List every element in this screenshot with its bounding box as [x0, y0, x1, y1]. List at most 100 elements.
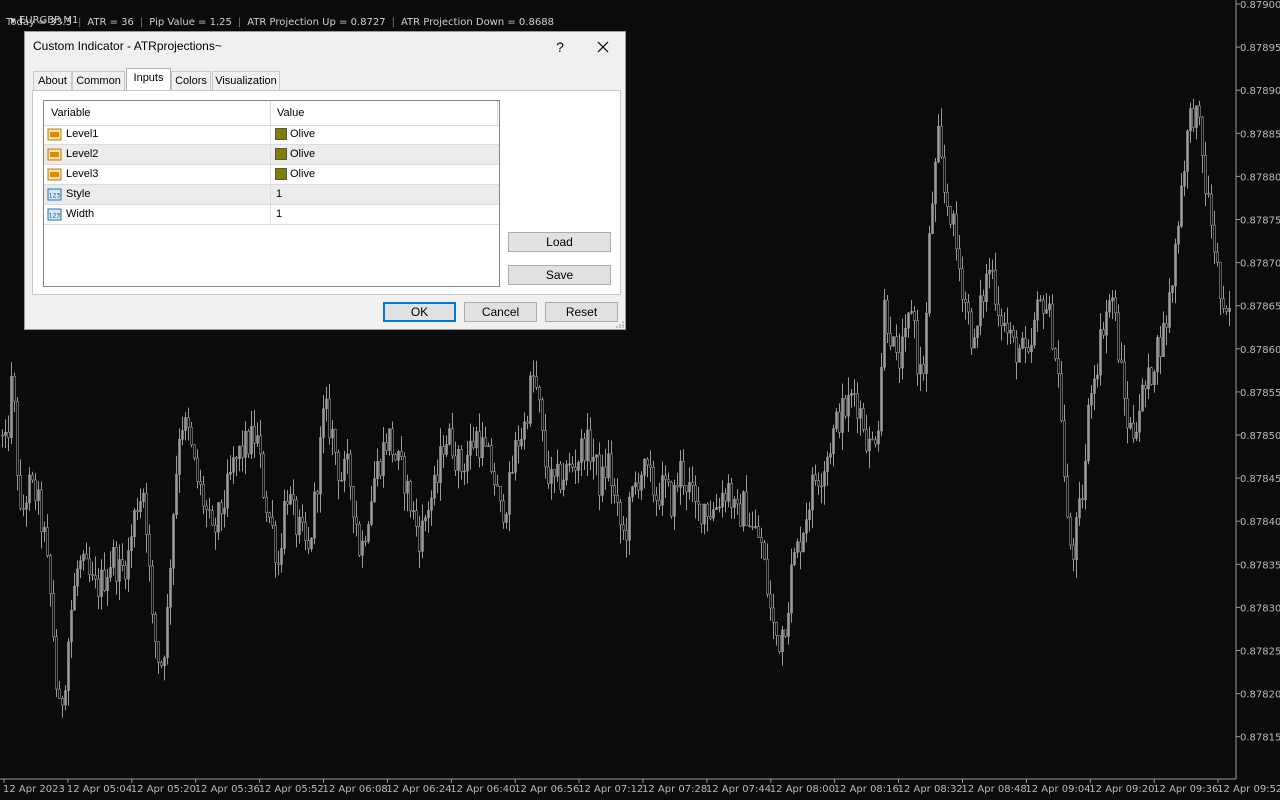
input-row-width[interactable]: 123 Width 1 [44, 205, 499, 225]
candle-body [256, 435, 259, 444]
candle-body [28, 474, 31, 504]
candle-body [781, 629, 784, 652]
candle-body [724, 492, 727, 502]
candle-body [166, 607, 169, 659]
time-tick-label: 12 Apr 09:52 [1217, 784, 1280, 795]
candle-body [565, 464, 568, 481]
candle-body [811, 474, 814, 511]
candle-body [1129, 422, 1132, 429]
candle-body [358, 523, 361, 556]
candle-body [421, 520, 424, 552]
candle-body [205, 505, 208, 510]
input-row-level3[interactable]: Level3 Olive [44, 165, 499, 185]
candle-body [157, 641, 160, 663]
candle-body [1201, 116, 1204, 156]
candle-body [601, 466, 604, 496]
candle-body [712, 509, 715, 519]
candle-body [484, 437, 487, 447]
variable-value[interactable]: Olive [290, 128, 315, 140]
color-swatch [275, 128, 287, 140]
candle-body [1096, 374, 1099, 380]
reset-button[interactable]: Reset [545, 302, 618, 322]
color-swatch [275, 168, 287, 180]
candle-body [1168, 292, 1171, 328]
cancel-button[interactable]: Cancel [464, 302, 537, 322]
tab-colors[interactable]: Colors [171, 71, 211, 90]
candle-body [283, 501, 286, 549]
candle-body [490, 445, 493, 472]
candle-body [343, 458, 346, 481]
variable-value[interactable]: 1 [276, 208, 282, 220]
column-header-value[interactable]: Value [277, 107, 304, 119]
input-row-style[interactable]: 123 Style 1 [44, 185, 499, 205]
indicator-info-line: Today = 33.3 | ATR = 36 | Pip Value = 1.25 | A… [6, 17, 554, 28]
candle-body [1066, 476, 1069, 518]
candle-body [1117, 312, 1120, 361]
candle-body [709, 516, 712, 519]
column-divider[interactable] [270, 101, 271, 125]
help-button[interactable]: ? [550, 35, 570, 59]
candle-body [415, 510, 418, 527]
tab-common[interactable]: Common [72, 71, 125, 90]
candle-body [388, 428, 391, 451]
input-row-level1[interactable]: Level1 Olive [44, 125, 499, 145]
candle-body [964, 298, 967, 303]
candle-body [1063, 420, 1066, 477]
candle-body [268, 512, 271, 518]
variable-value[interactable]: Olive [290, 168, 315, 180]
time-tick-label: 12 Apr 06:24 [386, 784, 451, 795]
candle-body [181, 430, 184, 440]
candle-body [382, 442, 385, 476]
load-button[interactable]: Load [508, 232, 611, 252]
candle-body [985, 273, 988, 303]
candle-body [199, 481, 202, 485]
info-item: ATR = 36 [87, 17, 134, 28]
candle-body [826, 456, 829, 472]
candle-body [1018, 348, 1021, 363]
candle-body [745, 491, 748, 526]
color-swatch [275, 148, 287, 160]
candle-body [214, 524, 217, 533]
candle-body [274, 525, 277, 564]
candle-body [880, 366, 883, 432]
candle-body [103, 569, 106, 591]
candle-body [1072, 544, 1075, 560]
time-tick-label: 12 Apr 2023 [3, 784, 65, 795]
candle-body [568, 463, 571, 466]
candle-body [472, 440, 475, 449]
candle-body [688, 482, 691, 493]
tab-inputs[interactable]: Inputs [126, 68, 171, 90]
time-tick-label: 12 Apr 05:20 [131, 784, 196, 795]
variable-value[interactable]: Olive [290, 148, 315, 160]
candle-body [997, 303, 1000, 317]
resize-grip-icon[interactable] [616, 320, 624, 328]
candle-body [595, 454, 598, 458]
ok-button[interactable]: OK [383, 302, 456, 322]
save-button[interactable]: Save [508, 265, 611, 285]
input-row-level2[interactable]: Level2 Olive [44, 145, 499, 165]
candle-body [286, 501, 289, 505]
cell-divider [270, 125, 271, 144]
candle-body [481, 437, 484, 458]
candle-body [547, 466, 550, 484]
candle-body [640, 474, 643, 491]
candle-body [583, 438, 586, 461]
candle-body [1000, 315, 1003, 326]
candle-body [1162, 322, 1165, 357]
candle-body [457, 448, 460, 471]
candle-body [718, 506, 721, 509]
variable-value[interactable]: 1 [276, 188, 282, 200]
time-tick-label: 12 Apr 05:52 [259, 784, 324, 795]
candle-body [763, 542, 766, 560]
tab-visualization[interactable]: Visualization [212, 71, 280, 90]
column-header-variable[interactable]: Variable [51, 107, 91, 119]
candle-body [994, 269, 997, 305]
candle-body [1207, 193, 1210, 195]
tab-about[interactable]: About [33, 71, 72, 90]
candle-body [319, 437, 322, 495]
info-separator: | [139, 17, 144, 28]
candle-body [526, 421, 529, 424]
candle-body [1228, 307, 1231, 312]
close-button[interactable] [591, 35, 615, 59]
candle-body [280, 548, 283, 565]
